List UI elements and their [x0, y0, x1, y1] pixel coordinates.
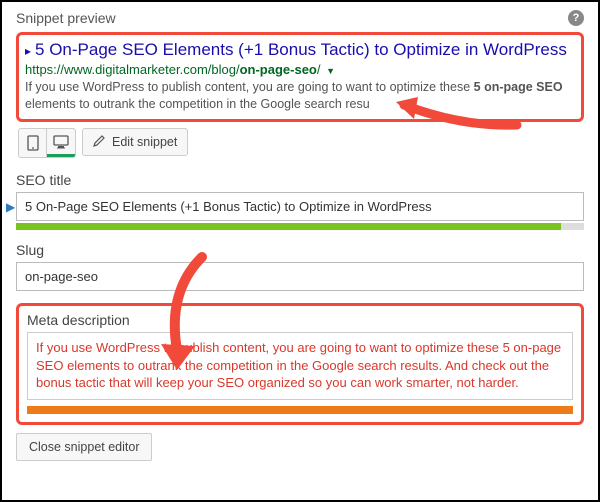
- seo-title-progress: [16, 223, 584, 230]
- preview-url-suffix: /: [317, 62, 321, 77]
- device-toggle-group: [18, 128, 76, 158]
- preview-desc-after: elements to outrank the competition in t…: [25, 97, 370, 111]
- meta-description-highlight: Meta description: [16, 303, 584, 425]
- meta-description-label: Meta description: [27, 312, 573, 328]
- preview-url-slug: on-page-seo: [240, 62, 317, 77]
- preview-title: ▸ 5 On-Page SEO Elements (+1 Bonus Tactic…: [25, 39, 575, 60]
- slug-input[interactable]: [16, 262, 584, 291]
- panel-header: Snippet preview ?: [16, 10, 584, 26]
- preview-description: If you use WordPress to publish content,…: [25, 79, 575, 113]
- desktop-preview-button[interactable]: [47, 129, 75, 157]
- panel-title: Snippet preview: [16, 10, 116, 26]
- help-icon[interactable]: ?: [568, 10, 584, 26]
- edit-snippet-button[interactable]: Edit snippet: [82, 128, 188, 156]
- seo-title-progress-bar: [16, 223, 561, 230]
- preview-url-prefix: https://www.digitalmarketer.com/blog/: [25, 62, 240, 77]
- seo-title-label: SEO title: [16, 172, 584, 188]
- dropdown-caret-icon[interactable]: ▼: [326, 66, 335, 76]
- close-snippet-editor-button[interactable]: Close snippet editor: [16, 433, 152, 461]
- preview-toolbar: Edit snippet: [18, 128, 584, 158]
- preview-desc-before: If you use WordPress to publish content,…: [25, 80, 474, 94]
- snippet-editor-panel: Snippet preview ? ▸ 5 On-Page SEO Element…: [0, 0, 600, 502]
- mobile-preview-button[interactable]: [19, 129, 47, 157]
- caret-icon: ▸: [25, 44, 31, 58]
- seo-title-field: SEO title ▶: [16, 172, 584, 230]
- active-field-caret-icon: ▶: [6, 200, 15, 214]
- meta-description-input[interactable]: [27, 332, 573, 400]
- pencil-icon: [93, 134, 106, 150]
- snippet-preview-highlight: ▸ 5 On-Page SEO Elements (+1 Bonus Tactic…: [16, 32, 584, 122]
- preview-title-text: 5 On-Page SEO Elements (+1 Bonus Tactic)…: [35, 40, 567, 59]
- slug-label: Slug: [16, 242, 584, 258]
- slug-field: Slug: [16, 242, 584, 291]
- edit-snippet-label: Edit snippet: [112, 135, 177, 149]
- preview-url: https://www.digitalmarketer.com/blog/on-…: [25, 62, 575, 77]
- preview-desc-bold: 5 on-page SEO: [474, 80, 563, 94]
- seo-title-input[interactable]: [16, 192, 584, 221]
- meta-description-progress: [27, 406, 573, 414]
